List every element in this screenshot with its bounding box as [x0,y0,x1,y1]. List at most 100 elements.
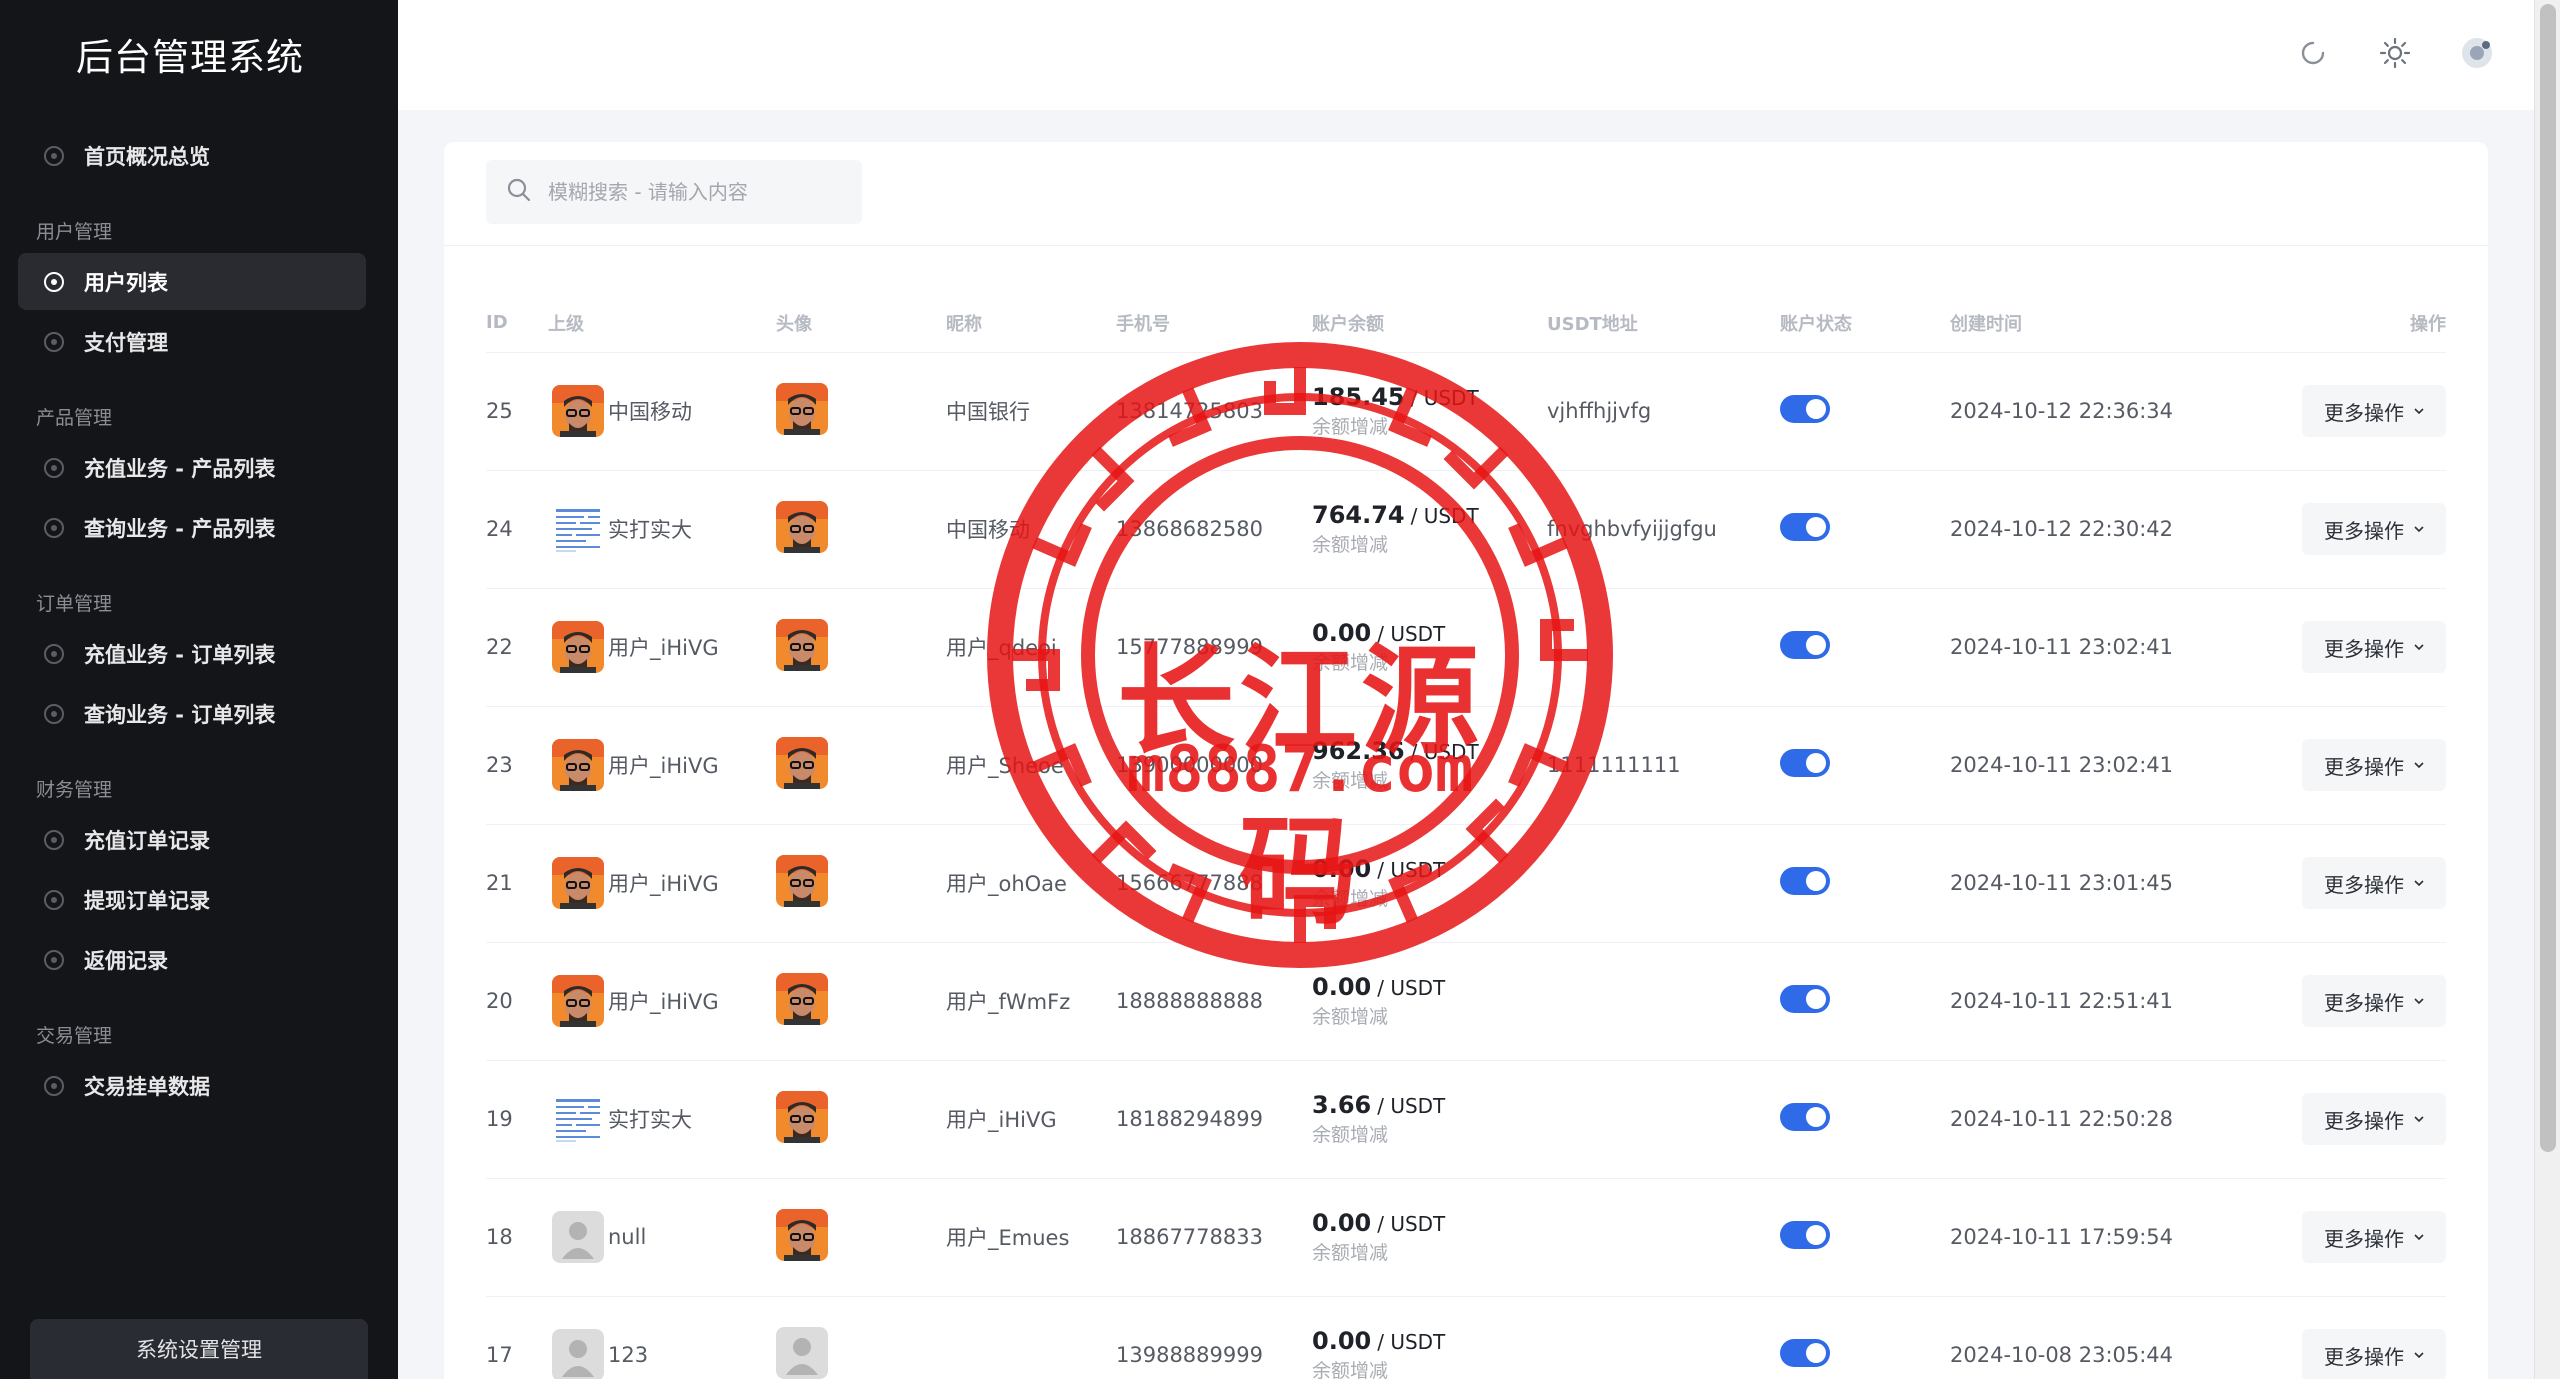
parent-avatar-image [552,975,604,1027]
sidebar-item[interactable]: 查询业务 - 产品列表 [18,499,366,556]
search-input[interactable] [548,180,848,204]
status-toggle[interactable] [1780,984,1830,1013]
col-status: 账户状态 [1780,294,1950,353]
sidebar-item[interactable]: 充值业务 - 产品列表 [18,439,366,496]
system-settings-button[interactable]: 系统设置管理 [30,1319,368,1379]
adjust-balance-link[interactable]: 余额增减 [1312,652,1547,675]
cell-parent: 用户_iHiVG [548,588,776,707]
sidebar-item-label: 充值业务 - 产品列表 [84,456,276,481]
balance-unit: / USDT [1377,622,1446,647]
balance-unit: / USDT [1377,976,1446,1001]
user-avatar-image[interactable] [776,382,828,435]
more-actions-label: 更多操作 [2324,518,2404,543]
user-avatar-image[interactable] [776,500,828,553]
more-actions-button[interactable]: 更多操作 [2302,1093,2446,1145]
search-box[interactable] [486,160,862,224]
user-avatar-image[interactable] [776,618,828,671]
cell-balance: 962.36/ USDT 余额增减 [1312,706,1547,825]
cell-created: 2024-10-11 23:02:41 [1950,588,2250,707]
status-toggle[interactable] [1780,512,1830,541]
adjust-balance-link[interactable]: 余额增减 [1312,888,1547,911]
cell-phone: 13988889999 [1116,1296,1312,1379]
sidebar-item[interactable]: 交易挂单数据 [18,1057,366,1114]
user-avatar-image[interactable] [776,1326,828,1379]
status-toggle[interactable] [1780,1220,1830,1249]
sidebar: 后台管理系统 首页概况总览 用户管理 用户列表 支付管理 产品管理 充值业务 - 产品列表… [0,0,398,1379]
status-toggle[interactable] [1780,630,1830,659]
more-actions-button[interactable]: 更多操作 [2302,857,2446,909]
search-icon [506,177,532,207]
cell-created: 2024-10-08 23:05:44 [1950,1296,2250,1379]
cell-balance: 3.66/ USDT 余额增减 [1312,1060,1547,1179]
status-toggle[interactable] [1780,866,1830,895]
cell-balance: 0.00/ USDT 余额增减 [1312,824,1547,943]
cell-created: 2024-10-11 22:51:41 [1950,942,2250,1061]
more-actions-button[interactable]: 更多操作 [2302,1329,2446,1379]
cell-avatar [776,1178,946,1297]
cell-nickname: 用户_Sheoe [946,706,1116,825]
vertical-scrollbar[interactable] [2534,0,2560,1379]
cell-avatar [776,588,946,707]
sidebar-item[interactable]: 支付管理 [18,313,366,370]
status-toggle[interactable] [1780,1102,1830,1131]
cell-balance: 0.00/ USDT 余额增减 [1312,1178,1547,1297]
col-nickname: 昵称 [946,294,1116,353]
user-avatar-icon[interactable] [2460,36,2494,70]
toolbar [444,142,2488,246]
more-actions-button[interactable]: 更多操作 [2302,503,2446,555]
adjust-balance-link[interactable]: 余额增减 [1312,1242,1547,1265]
sun-icon[interactable] [2378,36,2412,70]
sidebar-group-title: 财务管理 [36,778,113,801]
user-avatar-image[interactable] [776,736,828,789]
more-actions-label: 更多操作 [2324,754,2404,779]
cell-phone: 18188294899 [1116,1060,1312,1179]
adjust-balance-link[interactable]: 余额增减 [1312,416,1547,439]
more-actions-button[interactable]: 更多操作 [2302,1211,2446,1263]
adjust-balance-link[interactable]: 余额增减 [1312,1006,1547,1029]
sidebar-item[interactable]: 返佣记录 [18,931,366,988]
more-actions-button[interactable]: 更多操作 [2302,975,2446,1027]
cell-phone: 13868682580 [1116,470,1312,589]
adjust-balance-link[interactable]: 余额增减 [1312,1124,1547,1147]
table-row: 19 实打实大 用户_iHiVG 18188294899 3.66/ USDT 余额增减 2… [486,1060,2446,1179]
cell-balance: 0.00/ USDT 余额增减 [1312,588,1547,707]
adjust-balance-link[interactable]: 余额增减 [1312,534,1547,557]
cell-id: 19 [486,1060,548,1179]
status-toggle[interactable] [1780,748,1830,777]
sidebar-item[interactable]: 查询业务 - 订单列表 [18,685,366,742]
sidebar-item[interactable]: 充值业务 - 订单列表 [18,625,366,682]
cell-phone: 13814725803 [1116,352,1312,471]
balance-unit: / USDT [1410,386,1479,411]
cell-balance: 764.74/ USDT 余额增减 [1312,470,1547,589]
sidebar-item[interactable]: 提现订单记录 [18,871,366,928]
user-avatar-image[interactable] [776,972,828,1025]
refresh-icon[interactable] [2296,36,2330,70]
cell-status [1780,470,1950,589]
sidebar-item-label: 提现订单记录 [84,888,210,913]
more-actions-label: 更多操作 [2324,400,2404,425]
status-toggle[interactable] [1780,394,1830,423]
user-avatar-image[interactable] [776,1090,828,1143]
user-avatar-image[interactable] [776,854,828,907]
sidebar-item[interactable]: 用户列表 [18,253,366,310]
cell-id: 17 [486,1296,548,1379]
scrollbar-thumb[interactable] [2540,4,2556,1152]
adjust-balance-link[interactable]: 余额增减 [1312,770,1547,793]
status-toggle[interactable] [1780,1338,1830,1367]
cell-status [1780,1178,1950,1297]
col-op: 操作 [2250,294,2446,353]
nav-dot-icon [44,889,64,910]
sidebar-item[interactable]: 首页概况总览 [18,127,366,184]
adjust-balance-link[interactable]: 余额增减 [1312,1360,1547,1379]
more-actions-button[interactable]: 更多操作 [2302,621,2446,673]
table-row: 22 用户_iHiVG 用户_qdeoi 15777888999 0.00/ USDT 余… [486,588,2446,707]
more-actions-button[interactable]: 更多操作 [2302,385,2446,437]
sidebar-item-label: 支付管理 [84,330,168,355]
cell-nickname: 中国移动 [946,470,1116,589]
cell-nickname: 用户_fWmFz [946,942,1116,1061]
cell-status [1780,1296,1950,1379]
sidebar-item[interactable]: 充值订单记录 [18,811,366,868]
user-avatar-image[interactable] [776,1208,828,1261]
cell-op: 更多操作 [2250,706,2446,825]
more-actions-button[interactable]: 更多操作 [2302,739,2446,791]
